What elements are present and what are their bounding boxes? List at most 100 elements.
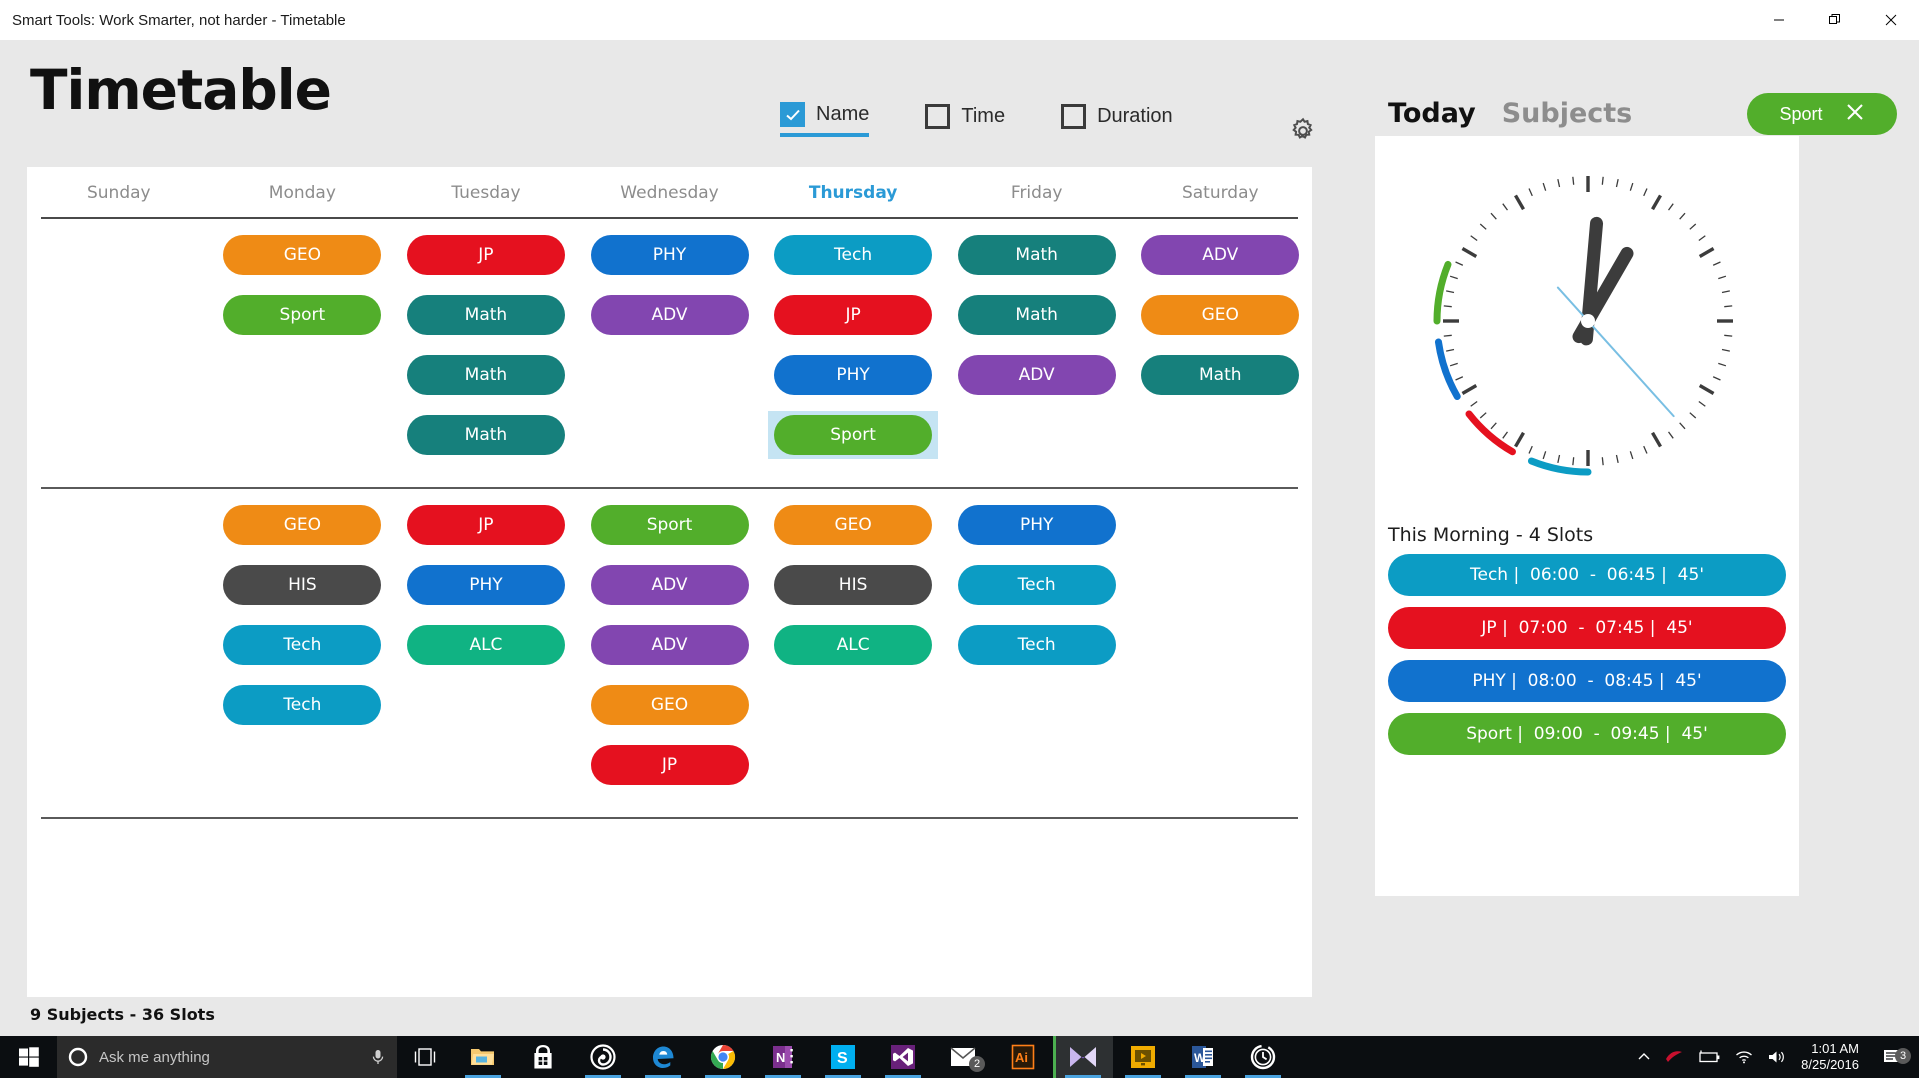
subject-pill[interactable]: Math — [406, 295, 565, 335]
day-header-monday[interactable]: Monday — [211, 183, 395, 203]
subject-pill[interactable]: ALC — [406, 625, 565, 665]
subject-pill[interactable]: GEO — [1141, 295, 1300, 335]
clear-subject-button[interactable] — [1845, 102, 1865, 126]
close-button[interactable] — [1863, 0, 1919, 40]
minimize-button[interactable] — [1751, 0, 1807, 40]
analog-clock — [1383, 156, 1793, 486]
day-header-saturday[interactable]: Saturday — [1128, 183, 1312, 203]
slot-pill-wrapper: GEO — [1135, 291, 1305, 339]
taskbar-microsoft-store-icon[interactable] — [513, 1036, 573, 1078]
subject-pill[interactable]: Tech — [957, 625, 1116, 665]
subject-pill[interactable]: ADV — [590, 625, 749, 665]
checkbox-icon[interactable] — [925, 104, 951, 129]
search-input[interactable]: Ask me anything — [57, 1036, 397, 1078]
panel-tabs: Today Subjects — [1388, 98, 1632, 129]
taskbar-google-chrome-icon[interactable] — [693, 1036, 753, 1078]
slot-item[interactable]: JP | 07:00 - 07:45 | 45' — [1388, 607, 1786, 649]
task-view-button[interactable] — [397, 1036, 453, 1078]
taskbar-groove-music-icon[interactable] — [573, 1036, 633, 1078]
subject-pill[interactable]: JP — [406, 235, 565, 275]
selected-subject-chip[interactable]: Sport — [1747, 93, 1897, 135]
subject-pill[interactable]: GEO — [590, 685, 749, 725]
checkbox-icon[interactable] — [1061, 104, 1087, 129]
speaker-volume-icon[interactable] — [1767, 1049, 1787, 1065]
subject-pill[interactable]: PHY — [590, 235, 749, 275]
taskbar-file-explorer-icon[interactable] — [453, 1036, 513, 1078]
day-header-thursday[interactable]: Thursday — [761, 183, 945, 203]
slot-pill-wrapper: Tech — [217, 681, 387, 729]
day-header-tuesday[interactable]: Tuesday — [394, 183, 578, 203]
day-header-friday[interactable]: Friday — [945, 183, 1129, 203]
slot-pill-wrapper: ADV — [585, 621, 755, 669]
subject-pill[interactable]: HIS — [774, 565, 933, 605]
slot-pill-wrapper: Math — [952, 291, 1122, 339]
taskbar-blend-icon[interactable] — [1053, 1036, 1113, 1078]
subject-pill[interactable]: GEO — [774, 505, 933, 545]
subject-pill[interactable]: ADV — [590, 295, 749, 335]
slot-item[interactable]: PHY | 08:00 - 08:45 | 45' — [1388, 660, 1786, 702]
wifi-icon[interactable] — [1735, 1050, 1753, 1064]
subject-pill[interactable]: ADV — [1141, 235, 1300, 275]
mode-toggle-duration[interactable]: Duration — [1061, 104, 1173, 135]
action-center-button[interactable]: 3 — [1873, 1048, 1911, 1066]
subject-pill[interactable]: Tech — [957, 565, 1116, 605]
cortana-ring-icon — [68, 1047, 88, 1067]
taskbar-clock[interactable]: 1:01 AM 8/25/2016 — [1801, 1041, 1859, 1074]
checkbox-checked-icon[interactable] — [780, 102, 805, 127]
subject-pill[interactable]: Tech — [223, 685, 382, 725]
subject-pill[interactable]: ADV — [590, 565, 749, 605]
subject-pill[interactable]: Sport — [590, 505, 749, 545]
day-header-wednesday[interactable]: Wednesday — [578, 183, 762, 203]
slot-pill-wrapper: HIS — [217, 561, 387, 609]
desktop-root: Smart Tools: Work Smarter, not harder - … — [0, 0, 1919, 1078]
battery-charging-icon[interactable] — [1697, 1050, 1721, 1064]
gear-icon — [1292, 117, 1313, 139]
subject-pill[interactable]: Math — [1141, 355, 1300, 395]
taskbar-skype-icon[interactable]: S — [813, 1036, 873, 1078]
subject-pill[interactable]: PHY — [406, 565, 565, 605]
day-header-row: Sunday Monday Tuesday Wednesday Thursday Frid… — [27, 167, 1312, 203]
subject-pill[interactable]: Math — [406, 415, 565, 455]
maximize-restore-button[interactable] — [1807, 0, 1863, 40]
mode-toggle-time[interactable]: Time — [925, 104, 1005, 135]
taskbar-mail-icon[interactable]: 2 — [933, 1036, 993, 1078]
taskbar-onenote-icon[interactable]: N — [753, 1036, 813, 1078]
taskbar-movie-maker-icon[interactable] — [1113, 1036, 1173, 1078]
subject-pill[interactable]: JP — [774, 295, 933, 335]
rog-armoury-icon[interactable] — [1665, 1050, 1683, 1064]
subject-pill[interactable]: Tech — [774, 235, 933, 275]
taskbar-word-icon[interactable]: W — [1173, 1036, 1233, 1078]
subject-pill[interactable]: JP — [406, 505, 565, 545]
settings-gear-button[interactable] — [1288, 116, 1318, 151]
taskbar-microsoft-edge-icon[interactable] — [633, 1036, 693, 1078]
subject-pill[interactable]: GEO — [223, 505, 382, 545]
start-button[interactable] — [0, 1036, 57, 1078]
subject-pill[interactable]: PHY — [957, 505, 1116, 545]
show-hidden-icons-chevron[interactable] — [1637, 1050, 1651, 1064]
slot-item[interactable]: Sport | 09:00 - 09:45 | 45' — [1388, 713, 1786, 755]
subject-pill[interactable]: JP — [590, 745, 749, 785]
clock-center-hub — [1581, 314, 1595, 328]
subject-pill[interactable]: Sport — [774, 415, 933, 455]
taskbar-visual-studio-icon[interactable] — [873, 1036, 933, 1078]
microphone-icon[interactable] — [369, 1048, 387, 1066]
taskbar-illustrator-icon[interactable]: Ai — [993, 1036, 1053, 1078]
mode-toggle-name[interactable]: Name — [780, 102, 870, 137]
subject-pill[interactable]: Math — [957, 295, 1116, 335]
subject-pill[interactable]: PHY — [774, 355, 933, 395]
subject-pill[interactable]: Sport — [223, 295, 382, 335]
subject-pill[interactable]: Tech — [223, 625, 382, 665]
day-header-sunday[interactable]: Sunday — [27, 183, 211, 203]
subject-pill[interactable]: ADV — [957, 355, 1116, 395]
tab-today[interactable]: Today — [1388, 98, 1476, 129]
day-column-friday: PHY Tech Tech — [945, 501, 1129, 789]
subject-pill[interactable]: HIS — [223, 565, 382, 605]
taskbar-timetable-app-icon[interactable] — [1233, 1036, 1293, 1078]
subject-pill[interactable]: Math — [957, 235, 1116, 275]
subject-pill[interactable]: Math — [406, 355, 565, 395]
slot-item[interactable]: Tech | 06:00 - 06:45 | 45' — [1388, 554, 1786, 596]
tab-subjects[interactable]: Subjects — [1502, 98, 1633, 129]
timetable-sheet: Sunday Monday Tuesday Wednesday Thursday Frid… — [27, 167, 1312, 997]
subject-pill[interactable]: GEO — [223, 235, 382, 275]
subject-pill[interactable]: ALC — [774, 625, 933, 665]
